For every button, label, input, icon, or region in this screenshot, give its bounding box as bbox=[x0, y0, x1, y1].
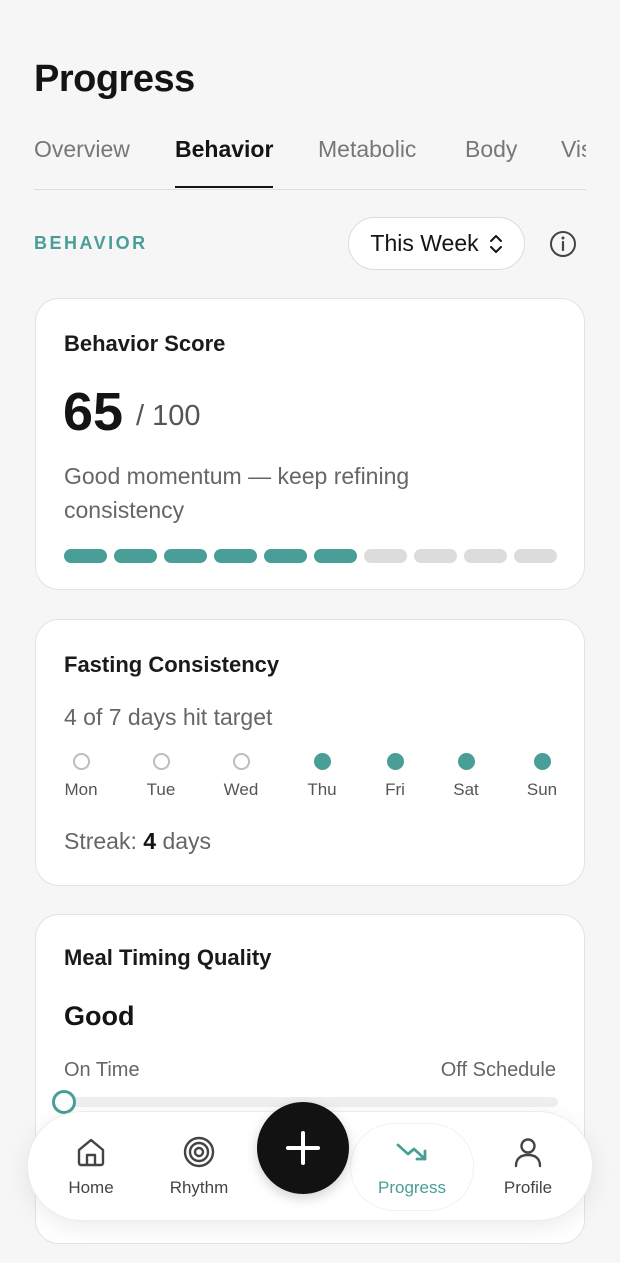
day-indicator-thu: Thu bbox=[292, 753, 352, 800]
card-title: Meal Timing Quality bbox=[64, 945, 272, 970]
nav-label: Profile bbox=[503, 1178, 553, 1197]
day-label: Sat bbox=[453, 780, 479, 799]
target-icon bbox=[183, 1136, 215, 1168]
nav-label: Progress bbox=[377, 1178, 447, 1197]
card-title: Fasting Consistency bbox=[64, 652, 280, 677]
streak-text: Streak: 4 days bbox=[64, 828, 212, 854]
day-indicator-wed: Wed bbox=[211, 753, 271, 800]
day-label: Wed bbox=[223, 780, 259, 799]
tab-visuals[interactable]: Visuals bbox=[561, 134, 586, 188]
scale-left-label: On Time bbox=[64, 1059, 140, 1081]
score-segment bbox=[414, 549, 457, 563]
score-segment bbox=[364, 549, 407, 563]
plus-icon bbox=[286, 1131, 320, 1165]
day-indicator-tue: Tue bbox=[131, 753, 191, 800]
section-label: BEHAVIOR bbox=[34, 233, 148, 253]
nav-item-profile[interactable]: Profile bbox=[473, 1112, 583, 1222]
tab-bar: Overview Behavior Metabolic Body Visuals bbox=[34, 134, 586, 190]
meal-quality: Good bbox=[64, 1001, 135, 1031]
day-indicator-mon: Mon bbox=[51, 753, 111, 800]
score-segments bbox=[64, 549, 557, 563]
day-label: Sun bbox=[526, 780, 558, 799]
day-label: Tue bbox=[146, 780, 176, 799]
day-label: Mon bbox=[64, 780, 98, 799]
score-segment bbox=[264, 549, 307, 563]
fasting-summary: 4 of 7 days hit target bbox=[64, 704, 273, 730]
score-segment bbox=[114, 549, 157, 563]
score-segment bbox=[214, 549, 257, 563]
behavior-score-card: Behavior Score 65 / 100 Good momentum — … bbox=[35, 298, 585, 590]
nav-item-rhythm[interactable]: Rhythm bbox=[144, 1112, 254, 1222]
score-segment bbox=[514, 549, 557, 563]
tab-behavior[interactable]: Behavior bbox=[175, 134, 274, 188]
nav-item-home[interactable]: Home bbox=[36, 1112, 146, 1222]
person-icon bbox=[514, 1138, 542, 1168]
info-icon[interactable] bbox=[549, 230, 577, 258]
day-missed-dot bbox=[152, 753, 170, 770]
trend-down-icon bbox=[396, 1143, 427, 1161]
day-label: Thu bbox=[307, 780, 337, 799]
day-indicator-sun: Sun bbox=[512, 753, 572, 800]
day-hit-dot bbox=[533, 753, 551, 770]
tab-metabolic[interactable]: Metabolic bbox=[318, 134, 416, 188]
day-hit-dot bbox=[386, 753, 404, 770]
timing-indicator bbox=[52, 1090, 76, 1114]
day-hit-dot bbox=[313, 753, 331, 770]
nav-item-progress[interactable]: Progress bbox=[357, 1112, 467, 1222]
chevron-up-down-icon bbox=[489, 234, 502, 253]
score-description: Good momentum — keep refining consistenc… bbox=[64, 463, 410, 523]
day-missed-dot bbox=[72, 753, 90, 770]
score-segment bbox=[464, 549, 507, 563]
day-indicator-fri: Fri bbox=[365, 753, 425, 800]
home-icon bbox=[77, 1138, 105, 1167]
day-label: Fri bbox=[385, 780, 405, 799]
day-hit-dot bbox=[457, 753, 475, 770]
day-missed-dot bbox=[232, 753, 250, 770]
nav-label: Rhythm bbox=[169, 1178, 229, 1197]
nav-label: Home bbox=[68, 1178, 114, 1197]
add-button[interactable] bbox=[257, 1102, 349, 1194]
score-segment bbox=[314, 549, 357, 563]
score-max: / 100 bbox=[136, 400, 201, 432]
tab-body[interactable]: Body bbox=[465, 134, 517, 188]
scale-right-label: Off Schedule bbox=[440, 1059, 556, 1081]
score-segment bbox=[64, 549, 107, 563]
tab-overview[interactable]: Overview bbox=[34, 134, 130, 188]
fasting-consistency-card: Fasting Consistency 4 of 7 days hit targ… bbox=[35, 619, 585, 886]
card-title: Behavior Score bbox=[64, 331, 226, 356]
score-segment bbox=[164, 549, 207, 563]
day-indicator-sat: Sat bbox=[436, 753, 496, 800]
period-select-value: This Week bbox=[370, 230, 479, 256]
period-select[interactable]: This Week bbox=[348, 217, 525, 270]
page-title: Progress bbox=[34, 58, 195, 100]
streak-value: 4 bbox=[143, 828, 157, 854]
score-value: 65 bbox=[63, 382, 124, 442]
